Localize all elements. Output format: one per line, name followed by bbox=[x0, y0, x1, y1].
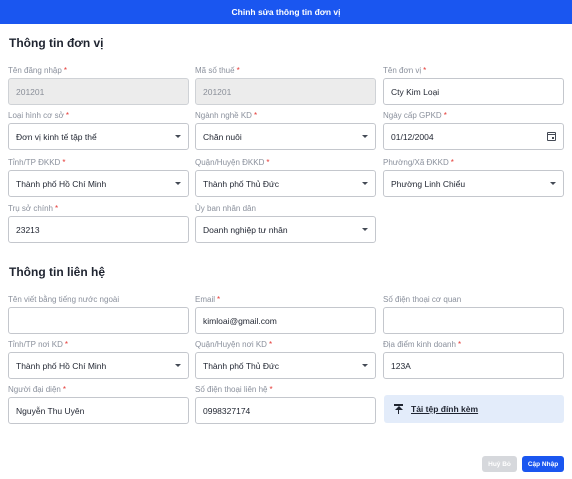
province-select[interactable]: Thành phố Hồ Chí Minh bbox=[8, 170, 189, 197]
office-phone-label: Số điện thoại cơ quan bbox=[383, 295, 462, 304]
chevron-down-icon bbox=[175, 182, 181, 185]
upload-attachment-label: Tải tệp đính kèm bbox=[411, 404, 479, 414]
chevron-down-icon bbox=[362, 182, 368, 185]
representative-label: Người đại diện * bbox=[8, 385, 66, 394]
biz-province-select[interactable]: Thành phố Hồ Chí Minh bbox=[8, 352, 189, 379]
email-label: Email * bbox=[195, 295, 221, 304]
business-line-label: Ngành nghề KD * bbox=[195, 111, 258, 120]
district-field-group: Quận/Huyện ĐKKD * Thành phố Thủ Đức bbox=[195, 157, 376, 197]
tax-code-label: Mã số thuế * bbox=[195, 66, 240, 75]
biz-district-field-group: Quận/Huyện nơi KD * Thành phố Thủ Đức bbox=[195, 339, 376, 379]
foreign-name-field-group: Tên viết bằng tiếng nước ngoài bbox=[8, 294, 189, 334]
peoples-committee-field-group: Ủy ban nhân dân Doanh nghiệp tư nhân bbox=[195, 203, 376, 243]
district-label: Quận/Huyện ĐKKD * bbox=[195, 158, 270, 167]
district-select[interactable]: Thành phố Thủ Đức bbox=[195, 170, 376, 197]
biz-province-field-group: Tỉnh/TP nơi KD * Thành phố Hồ Chí Minh bbox=[8, 339, 189, 379]
biz-district-select[interactable]: Thành phố Thủ Đức bbox=[195, 352, 376, 379]
tax-code-field-group: Mã số thuế * 201201 bbox=[195, 65, 376, 105]
chevron-down-icon bbox=[362, 135, 368, 138]
tax-code-input[interactable]: 201201 bbox=[195, 78, 376, 105]
contact-info-heading: Thông tin liên hệ bbox=[9, 265, 105, 279]
foreign-name-input[interactable] bbox=[8, 307, 189, 334]
office-phone-input[interactable] bbox=[383, 307, 564, 334]
office-phone-field-group: Số điện thoại cơ quan bbox=[383, 294, 564, 334]
biz-location-label: Địa điểm kinh doanh * bbox=[383, 340, 462, 349]
chevron-down-icon bbox=[175, 135, 181, 138]
contact-phone-field-group: Số điện thoại liên hệ * 0998327174 bbox=[195, 384, 376, 424]
business-line-field-group: Ngành nghề KD * Chăn nuôi bbox=[195, 110, 376, 150]
upload-attachment-button[interactable]: Tải tệp đính kèm bbox=[384, 395, 564, 423]
username-label: Tên đăng nhập * bbox=[8, 66, 67, 75]
username-field-group: Tên đăng nhập * 201201 bbox=[8, 65, 189, 105]
chevron-down-icon bbox=[362, 364, 368, 367]
cancel-button[interactable]: Huỷ Bỏ bbox=[482, 456, 517, 472]
license-date-label: Ngày cấp GPKD * bbox=[383, 111, 447, 120]
province-label: Tỉnh/TP ĐKKD * bbox=[8, 158, 66, 167]
headquarters-input[interactable]: 23213 bbox=[8, 216, 189, 243]
chevron-down-icon bbox=[550, 182, 556, 185]
facility-type-field-group: Loại hình cơ sở * Đơn vị kinh tế tập thể bbox=[8, 110, 189, 150]
username-input[interactable]: 201201 bbox=[8, 78, 189, 105]
ward-label: Phường/Xã ĐKKD * bbox=[383, 158, 454, 167]
business-line-select[interactable]: Chăn nuôi bbox=[195, 123, 376, 150]
license-date-field-group: Ngày cấp GPKD * 01/12/2004 bbox=[383, 110, 564, 150]
chevron-down-icon bbox=[175, 364, 181, 367]
headquarters-field-group: Trụ sở chính * 23213 bbox=[8, 203, 189, 243]
email-input[interactable]: kimloai@gmail.com bbox=[195, 307, 376, 334]
upload-icon bbox=[394, 404, 403, 414]
dialog-header: Chỉnh sửa thông tin đơn vị bbox=[0, 0, 572, 24]
facility-type-select[interactable]: Đơn vị kinh tế tập thể bbox=[8, 123, 189, 150]
unit-name-field-group: Tên đơn vị * Cty Kim Loại bbox=[383, 65, 564, 105]
peoples-committee-select[interactable]: Doanh nghiệp tư nhân bbox=[195, 216, 376, 243]
representative-field-group: Người đại diện * Nguyễn Thu Uyên bbox=[8, 384, 189, 424]
province-field-group: Tỉnh/TP ĐKKD * Thành phố Hồ Chí Minh bbox=[8, 157, 189, 197]
biz-district-label: Quận/Huyện nơi KD * bbox=[195, 340, 273, 349]
biz-location-field-group: Địa điểm kinh doanh * 123A bbox=[383, 339, 564, 379]
unit-info-heading: Thông tin đơn vị bbox=[9, 36, 104, 50]
contact-phone-label: Số điện thoại liên hệ * bbox=[195, 385, 273, 394]
update-button[interactable]: Cập Nhập bbox=[522, 456, 564, 472]
license-date-input[interactable]: 01/12/2004 bbox=[383, 123, 564, 150]
calendar-icon[interactable] bbox=[547, 132, 556, 141]
facility-type-label: Loại hình cơ sở * bbox=[8, 111, 69, 120]
ward-select[interactable]: Phường Linh Chiểu bbox=[383, 170, 564, 197]
biz-province-label: Tỉnh/TP nơi KD * bbox=[8, 340, 69, 349]
foreign-name-label: Tên viết bằng tiếng nước ngoài bbox=[8, 295, 120, 304]
email-field-group: Email * kimloai@gmail.com bbox=[195, 294, 376, 334]
headquarters-label: Trụ sở chính * bbox=[8, 204, 59, 213]
representative-input[interactable]: Nguyễn Thu Uyên bbox=[8, 397, 189, 424]
peoples-committee-label: Ủy ban nhân dân bbox=[195, 204, 256, 213]
contact-phone-input[interactable]: 0998327174 bbox=[195, 397, 376, 424]
unit-name-label: Tên đơn vị * bbox=[383, 66, 427, 75]
dialog-title: Chỉnh sửa thông tin đơn vị bbox=[231, 7, 341, 17]
biz-location-input[interactable]: 123A bbox=[383, 352, 564, 379]
ward-field-group: Phường/Xã ĐKKD * Phường Linh Chiểu bbox=[383, 157, 564, 197]
chevron-down-icon bbox=[362, 228, 368, 231]
unit-name-input[interactable]: Cty Kim Loại bbox=[383, 78, 564, 105]
